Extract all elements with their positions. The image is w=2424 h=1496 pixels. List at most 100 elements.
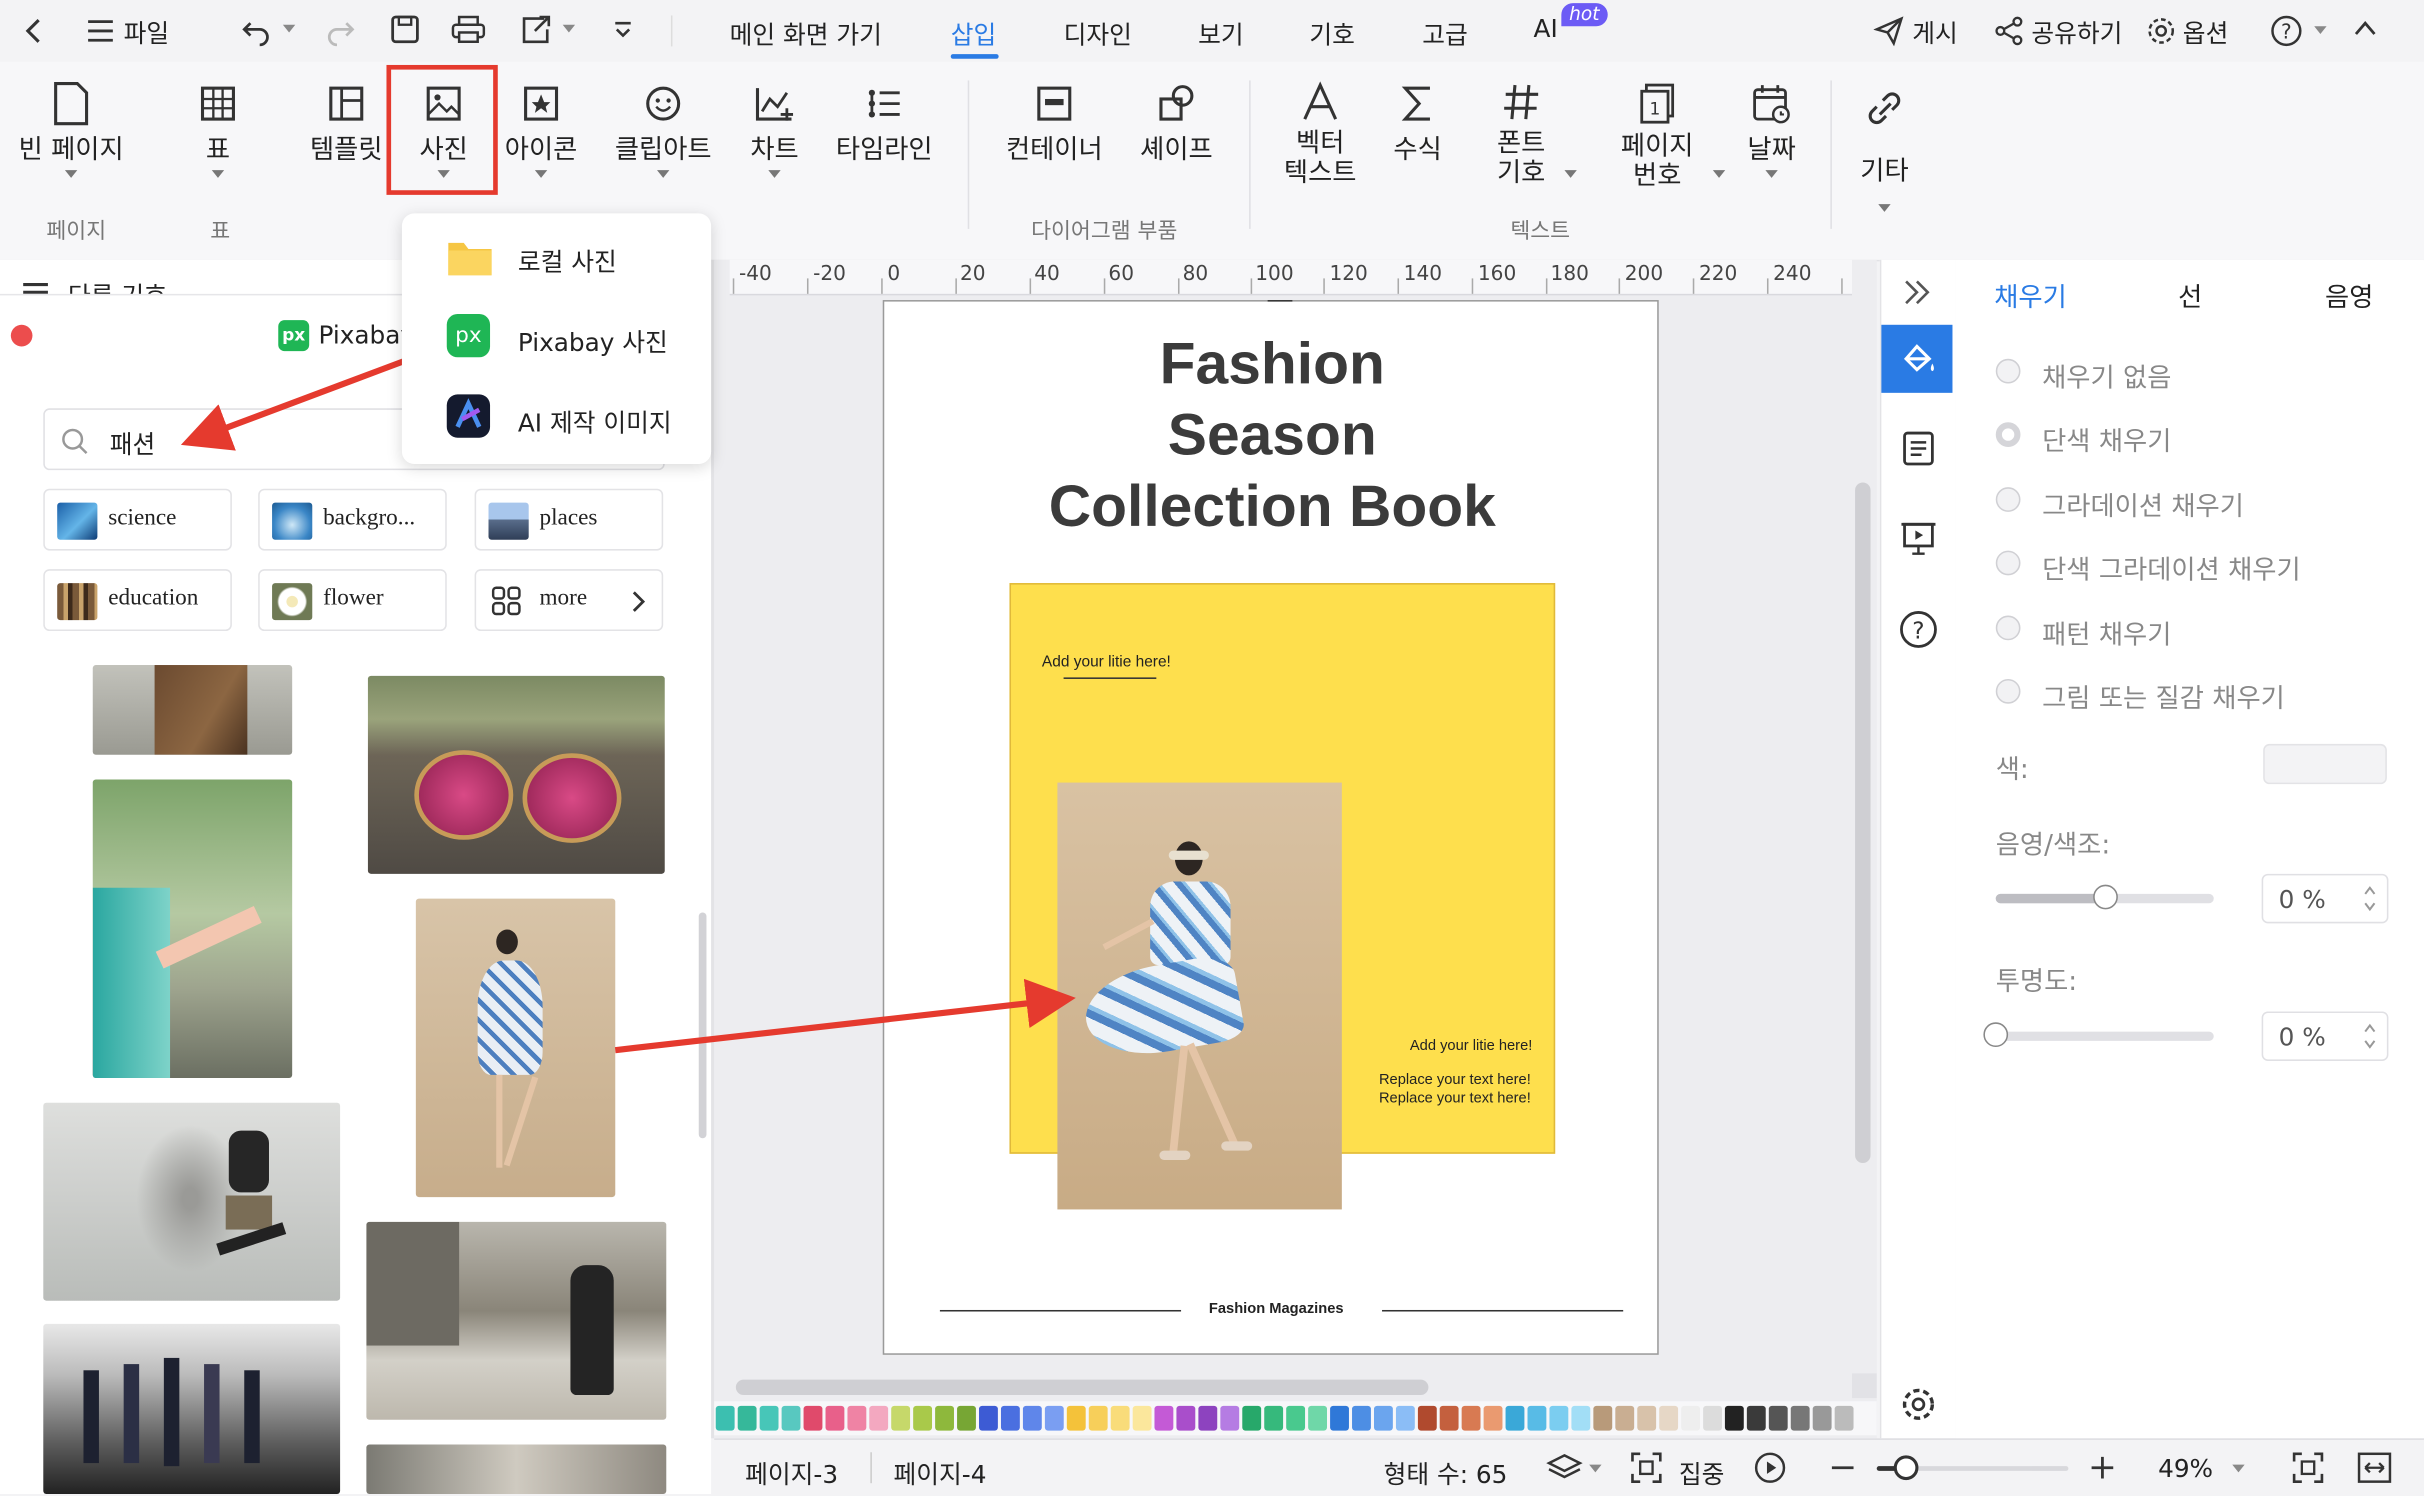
menu-item-ai-image[interactable]: AI 제작 이미지 [402,380,711,454]
color-swatch[interactable] [1615,1405,1635,1431]
zoom-dropdown-icon[interactable] [2232,1464,2245,1473]
color-swatch[interactable] [913,1405,933,1431]
color-swatch[interactable] [847,1405,867,1431]
color-swatch[interactable] [1198,1405,1218,1431]
radio-button[interactable] [1995,550,2021,576]
close-panel-icon[interactable] [10,324,33,347]
color-swatch[interactable] [1834,1405,1854,1431]
color-swatch[interactable] [1527,1405,1547,1431]
vector-text-button[interactable]: 벡터 텍스트 [1271,80,1370,188]
photo-result-coat[interactable] [92,665,293,755]
help-dropdown-icon[interactable] [2314,26,2327,35]
menu-item-pixabay-photo[interactable]: px Pixabay 사진 [402,300,711,374]
color-swatch[interactable] [1768,1405,1788,1431]
menu-view[interactable]: 보기 [1198,14,1244,51]
color-swatch[interactable] [1659,1405,1679,1431]
color-swatch[interactable] [1352,1405,1371,1431]
canvas-vertical-scrollbar[interactable] [1855,482,1871,1164]
card-body-line-2[interactable]: Replace your text here! [1379,1090,1531,1107]
radio-button[interactable] [1995,615,2021,641]
color-swatch[interactable] [1637,1405,1657,1431]
gear-icon[interactable] [2146,15,2177,46]
stepper-icon[interactable] [2362,1021,2377,1052]
save-icon[interactable] [390,14,421,45]
zoom-out-icon[interactable] [1830,1465,1855,1471]
tag-science[interactable]: science [43,488,232,551]
font-symbol-button[interactable]: 폰트 기호 [1478,80,1565,188]
tab-line[interactable]: 선 [2178,275,2202,314]
tag-places[interactable]: places [474,488,664,551]
options-button[interactable]: 옵션 [2183,12,2229,49]
undo-dropdown-icon[interactable] [282,24,296,33]
zoom-slider[interactable] [1876,1455,2069,1481]
other-button[interactable]: 기타 [1849,87,1920,212]
color-swatch[interactable] [1703,1405,1722,1431]
play-icon[interactable] [1753,1451,1787,1485]
color-swatch[interactable] [1483,1405,1503,1431]
transparency-slider-handle[interactable] [1983,1022,2009,1048]
share-button[interactable]: 공유하기 [2031,12,2122,49]
color-swatch[interactable] [737,1405,757,1431]
undo-icon[interactable] [241,15,272,47]
color-swatch[interactable] [1724,1405,1744,1431]
chevron-down-icon[interactable] [1712,170,1726,178]
color-swatch[interactable] [1746,1405,1766,1431]
blank-page-button[interactable]: 빈 페이지 [9,80,133,178]
color-swatch[interactable] [759,1405,779,1431]
menu-ai[interactable]: AI [1534,14,1558,43]
page-tab-3[interactable]: 페이지-3 [745,1454,838,1491]
file-menu[interactable]: 파일 [124,12,170,49]
color-swatch[interactable] [1220,1405,1240,1431]
color-swatch[interactable] [1812,1405,1832,1431]
color-swatches[interactable] [714,1404,1855,1432]
shade-slider[interactable] [1995,884,2214,910]
icon-button[interactable]: 아이콘 [498,80,585,178]
redo-icon[interactable] [325,15,356,47]
radio-button[interactable] [1995,678,2021,704]
menu-item-local-photo[interactable]: 로컬 사진 [402,220,711,294]
color-swatch[interactable] [1417,1405,1437,1431]
color-swatch[interactable] [1000,1405,1020,1431]
card-body-line-1[interactable]: Replace your text here! [1379,1072,1531,1089]
date-button[interactable]: 날짜 [1738,80,1806,178]
color-swatch[interactable] [1044,1405,1064,1431]
color-swatch[interactable] [781,1405,801,1431]
color-swatch[interactable] [869,1405,889,1431]
table-button[interactable]: 표 [179,80,256,178]
footer-text[interactable]: Fashion Magazines [1209,1301,1344,1318]
help-circle-icon[interactable]: ? [1898,609,1938,649]
menu-symbol[interactable]: 기호 [1309,14,1355,51]
hamburger-menu-icon[interactable] [87,19,115,44]
color-swatch[interactable] [957,1405,976,1431]
shade-input[interactable]: 0 % [2261,873,2389,924]
export-dropdown-icon[interactable] [562,24,576,33]
publish-icon[interactable] [1873,15,1905,47]
tag-flower[interactable]: flower [258,569,447,632]
fashion-photo[interactable] [1057,782,1342,1210]
color-swatch[interactable] [1066,1405,1086,1431]
print-icon[interactable] [451,14,486,45]
color-swatch[interactable] [1505,1405,1525,1431]
shape-button[interactable]: 셰이프 [1129,80,1225,167]
settings-gear-icon[interactable] [1900,1386,1937,1423]
template-button[interactable]: 템플릿 [303,80,390,167]
color-swatch[interactable] [1571,1405,1591,1431]
formula-button[interactable]: 수식 [1382,80,1453,167]
color-swatch[interactable] [1264,1405,1284,1431]
color-swatch[interactable] [1461,1405,1481,1431]
zoom-in-icon[interactable] [2090,1455,2115,1480]
document-page[interactable]: Fashion Season Collection Book Add your … [882,300,1659,1355]
menu-home[interactable]: 메인 화면 가기 [730,14,882,51]
focus-icon[interactable] [1629,1451,1663,1485]
radio-button[interactable] [1995,358,2021,384]
fit-page-icon[interactable] [2291,1451,2325,1485]
color-swatch[interactable] [1088,1405,1108,1431]
chevron-down-icon[interactable] [1564,170,1577,178]
photo-result-sunglasses[interactable] [367,675,665,874]
color-swatch[interactable] [825,1405,845,1431]
radio-button[interactable] [1995,422,2021,447]
color-swatch[interactable] [1176,1405,1196,1431]
radio-button[interactable] [1995,487,2021,512]
color-swatch[interactable] [891,1405,911,1431]
chart-button[interactable]: 차트 [739,80,810,178]
